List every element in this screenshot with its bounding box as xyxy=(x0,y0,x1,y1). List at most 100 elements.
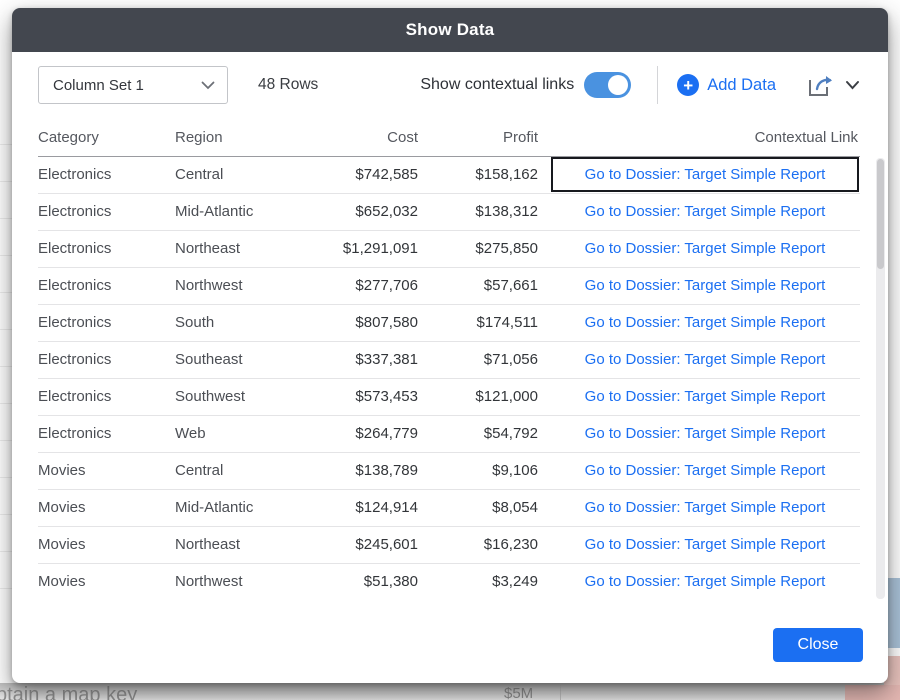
table-row: Electronics Northwest $277,706 $57,661 G… xyxy=(38,267,860,304)
contextual-link[interactable]: Go to Dossier: Target Simple Report xyxy=(585,388,826,405)
cost-cell: $138,789 xyxy=(330,452,430,489)
table-row: Electronics Central $742,585 $158,162 Go… xyxy=(38,156,860,193)
contextual-link[interactable]: Go to Dossier: Target Simple Report xyxy=(585,166,826,183)
export-button[interactable] xyxy=(806,71,860,99)
add-data-label: Add Data xyxy=(707,76,776,95)
column-set-select[interactable]: Column Set 1 xyxy=(38,66,228,104)
contextual-link[interactable]: Go to Dossier: Target Simple Report xyxy=(585,425,826,442)
modal-header: Show Data xyxy=(12,8,888,52)
table-row: Movies Northwest $51,380 $3,249 Go to Do… xyxy=(38,563,860,599)
contextual-link[interactable]: Go to Dossier: Target Simple Report xyxy=(585,240,826,257)
contextual-link[interactable]: Go to Dossier: Target Simple Report xyxy=(585,203,826,220)
contextual-link[interactable]: Go to Dossier: Target Simple Report xyxy=(585,351,826,368)
profit-cell: $71,056 xyxy=(430,341,550,378)
contextual-link[interactable]: Go to Dossier: Target Simple Report xyxy=(585,314,826,331)
row-count-label: 48 Rows xyxy=(258,64,318,106)
contextual-link-cell[interactable]: Go to Dossier: Target Simple Report xyxy=(550,341,860,378)
table-scrollbar[interactable] xyxy=(876,158,885,599)
contextual-link-cell[interactable]: Go to Dossier: Target Simple Report xyxy=(550,156,860,193)
contextual-link-cell[interactable]: Go to Dossier: Target Simple Report xyxy=(550,230,860,267)
close-button[interactable]: Close xyxy=(773,628,863,662)
show-data-modal: Show Data Column Set 1 48 Rows Show cont… xyxy=(12,8,888,683)
contextual-link-cell[interactable]: Go to Dossier: Target Simple Report xyxy=(550,526,860,563)
region-cell: Southeast xyxy=(175,341,330,378)
cost-cell: $277,706 xyxy=(330,267,430,304)
contextual-link[interactable]: Go to Dossier: Target Simple Report xyxy=(585,462,826,479)
profit-cell: $158,162 xyxy=(430,156,550,193)
column-header-profit: Profit xyxy=(430,120,550,156)
table-row: Electronics Web $264,779 $54,792 Go to D… xyxy=(38,415,860,452)
column-header-category: Category xyxy=(38,120,175,156)
category-cell: Electronics xyxy=(38,156,175,193)
profit-cell: $275,850 xyxy=(430,230,550,267)
share-export-icon xyxy=(806,71,838,99)
category-cell: Electronics xyxy=(38,230,175,267)
table-row: Electronics Mid-Atlantic $652,032 $138,3… xyxy=(38,193,860,230)
contextual-link-cell[interactable]: Go to Dossier: Target Simple Report xyxy=(550,267,860,304)
cost-cell: $337,381 xyxy=(330,341,430,378)
profit-cell: $16,230 xyxy=(430,526,550,563)
background-axis-label: $5M xyxy=(504,685,533,700)
category-cell: Electronics xyxy=(38,267,175,304)
cost-cell: $51,380 xyxy=(330,563,430,599)
cost-cell: $742,585 xyxy=(330,156,430,193)
region-cell: Northeast xyxy=(175,230,330,267)
region-cell: South xyxy=(175,304,330,341)
contextual-link-cell[interactable]: Go to Dossier: Target Simple Report xyxy=(550,304,860,341)
contextual-link-cell[interactable]: Go to Dossier: Target Simple Report xyxy=(550,193,860,230)
category-cell: Electronics xyxy=(38,341,175,378)
column-header-region: Region xyxy=(175,120,330,156)
region-cell: Central xyxy=(175,452,330,489)
region-cell: Southwest xyxy=(175,378,330,415)
column-header-contextual-link: Contextual Link xyxy=(550,120,860,156)
region-cell: Northeast xyxy=(175,526,330,563)
cost-cell: $807,580 xyxy=(330,304,430,341)
scrollbar-thumb[interactable] xyxy=(877,159,884,269)
category-cell: Movies xyxy=(38,563,175,599)
profit-cell: $8,054 xyxy=(430,489,550,526)
toolbar: Column Set 1 48 Rows Show contextual lin… xyxy=(38,64,862,110)
contextual-link[interactable]: Go to Dossier: Target Simple Report xyxy=(585,277,826,294)
category-cell: Movies xyxy=(38,489,175,526)
toolbar-right-group: Show contextual links + Add Data xyxy=(420,64,860,106)
region-cell: Northwest xyxy=(175,267,330,304)
show-contextual-links-label: Show contextual links xyxy=(420,76,574,94)
cost-cell: $245,601 xyxy=(330,526,430,563)
chevron-down-icon xyxy=(845,80,860,90)
contextual-link[interactable]: Go to Dossier: Target Simple Report xyxy=(585,499,826,516)
cost-cell: $652,032 xyxy=(330,193,430,230)
profit-cell: $3,249 xyxy=(430,563,550,599)
modal-title: Show Data xyxy=(406,20,495,40)
profit-cell: $138,312 xyxy=(430,193,550,230)
add-data-button[interactable]: + Add Data xyxy=(677,74,776,96)
cost-cell: $573,453 xyxy=(330,378,430,415)
show-contextual-links-toggle[interactable] xyxy=(584,72,631,98)
toolbar-divider xyxy=(657,66,658,104)
contextual-link-cell[interactable]: Go to Dossier: Target Simple Report xyxy=(550,452,860,489)
region-cell: Mid-Atlantic xyxy=(175,489,330,526)
region-cell: Web xyxy=(175,415,330,452)
contextual-link[interactable]: Go to Dossier: Target Simple Report xyxy=(585,573,826,590)
table-header-row: Category Region Cost Profit Contextual L… xyxy=(38,120,860,156)
profit-cell: $174,511 xyxy=(430,304,550,341)
contextual-link-cell[interactable]: Go to Dossier: Target Simple Report xyxy=(550,378,860,415)
cost-cell: $264,779 xyxy=(330,415,430,452)
cost-cell: $124,914 xyxy=(330,489,430,526)
table-row: Electronics Northeast $1,291,091 $275,85… xyxy=(38,230,860,267)
category-cell: Electronics xyxy=(38,304,175,341)
category-cell: Movies xyxy=(38,452,175,489)
table-row: Movies Mid-Atlantic $124,914 $8,054 Go t… xyxy=(38,489,860,526)
toggle-knob xyxy=(608,75,628,95)
contextual-link-cell[interactable]: Go to Dossier: Target Simple Report xyxy=(550,563,860,599)
region-cell: Mid-Atlantic xyxy=(175,193,330,230)
background-chart-pink-corner xyxy=(845,685,900,700)
profit-cell: $121,000 xyxy=(430,378,550,415)
column-set-selected-value: Column Set 1 xyxy=(53,77,201,94)
table-row: Electronics South $807,580 $174,511 Go t… xyxy=(38,304,860,341)
contextual-link-cell[interactable]: Go to Dossier: Target Simple Report xyxy=(550,489,860,526)
page-background: btain a map key $5M Show Data Column Set… xyxy=(0,0,900,700)
profit-cell: $57,661 xyxy=(430,267,550,304)
contextual-link[interactable]: Go to Dossier: Target Simple Report xyxy=(585,536,826,553)
cost-cell: $1,291,091 xyxy=(330,230,430,267)
contextual-link-cell[interactable]: Go to Dossier: Target Simple Report xyxy=(550,415,860,452)
